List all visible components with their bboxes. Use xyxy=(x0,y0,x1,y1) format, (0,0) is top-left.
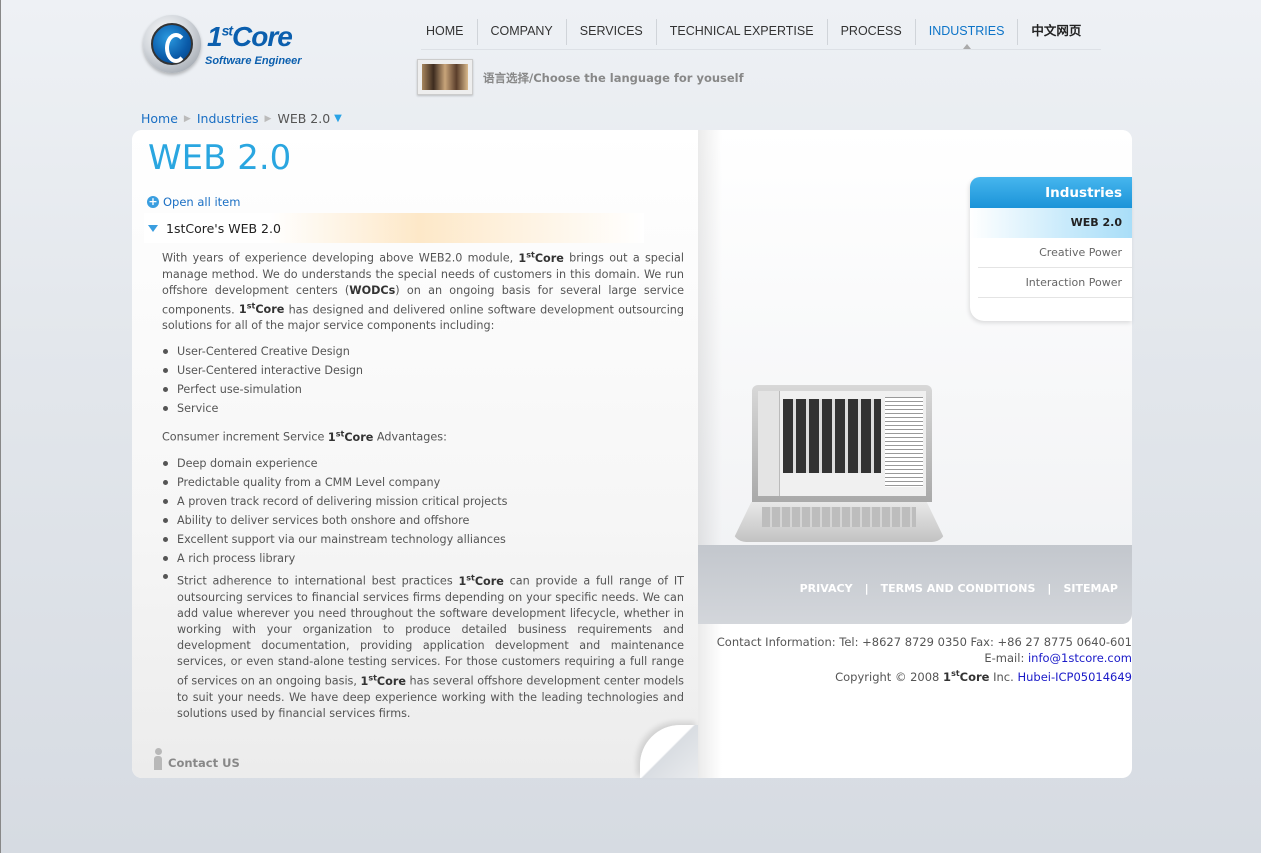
list-item: Ability to deliver services both onshore… xyxy=(162,511,684,530)
footer-links: PRIVACY | TERMS AND CONDITIONS | SITEMAP xyxy=(788,582,1130,595)
nav-chinese[interactable]: 中文网页 xyxy=(1018,19,1094,45)
advantages-heading: Consumer increment Service 1stCore Advan… xyxy=(162,429,447,445)
contact-info: Contact Information: Tel: +8627 8729 035… xyxy=(717,634,1132,685)
industries-item-creative-power[interactable]: Creative Power xyxy=(978,238,1132,268)
language-text[interactable]: 语言选择/Choose the language for youself xyxy=(483,70,744,86)
list-item: Predictable quality from a CMM Level com… xyxy=(162,473,684,492)
components-list: User-Centered Creative Design User-Cente… xyxy=(162,342,684,418)
chevron-down-icon[interactable]: ▼ xyxy=(334,113,342,124)
main-nav: HOME COMPANY SERVICES TECHNICAL EXPERTIS… xyxy=(413,19,1094,49)
list-item: Strict adherence to international best p… xyxy=(162,568,684,721)
icp-link[interactable]: Hubei-ICP05014649 xyxy=(1017,670,1132,684)
list-item: A rich process library xyxy=(162,549,684,568)
collapse-triangle-icon xyxy=(148,224,158,232)
intro-paragraph: With years of experience developing abov… xyxy=(162,250,684,333)
list-item: A proven track record of delivering miss… xyxy=(162,492,684,511)
contact-us-label: Contact US xyxy=(168,756,240,770)
breadcrumb-industries[interactable]: Industries xyxy=(197,111,259,126)
list-item: User-Centered Creative Design xyxy=(162,342,684,361)
open-all-link[interactable]: + Open all item xyxy=(147,195,240,209)
logo-brand: 1stCore xyxy=(207,21,293,52)
breadcrumb-home[interactable]: Home xyxy=(141,111,178,126)
industries-item-web20[interactable]: WEB 2.0 xyxy=(970,208,1132,238)
list-item: Perfect use-simulation xyxy=(162,380,684,399)
logo-emblem-icon xyxy=(143,15,201,73)
breadcrumb-current: WEB 2.0 xyxy=(277,111,331,126)
nav-process[interactable]: PROCESS xyxy=(828,19,916,45)
breadcrumb: Home ▶ Industries ▶ WEB 2.0 ▼ xyxy=(141,111,342,126)
section-title: 1stCore's WEB 2.0 xyxy=(166,220,281,236)
nav-industries[interactable]: INDUSTRIES xyxy=(916,19,1019,49)
person-icon xyxy=(152,748,164,770)
footer-sitemap-link[interactable]: SITEMAP xyxy=(1051,582,1130,595)
industries-item-interaction-power[interactable]: Interaction Power xyxy=(978,268,1132,298)
email-line: E-mail: info@1stcore.com xyxy=(984,651,1132,665)
nav-company[interactable]: COMPANY xyxy=(478,19,567,45)
nav-technical-expertise[interactable]: TECHNICAL EXPERTISE xyxy=(657,19,828,45)
nav-home[interactable]: HOME xyxy=(413,19,478,45)
industries-menu: Industries WEB 2.0 Creative Power Intera… xyxy=(970,177,1132,321)
footer-terms-link[interactable]: TERMS AND CONDITIONS xyxy=(869,582,1048,595)
language-image[interactable] xyxy=(417,59,473,95)
list-item: Excellent support via our mainstream tec… xyxy=(162,530,684,549)
laptop-image xyxy=(732,385,946,545)
page-curl-decoration xyxy=(640,725,698,778)
email-link[interactable]: info@1stcore.com xyxy=(1028,651,1132,665)
section-content: With years of experience developing abov… xyxy=(162,247,684,730)
contact-line: Contact Information: Tel: +8627 8729 035… xyxy=(716,635,1132,649)
logo-tagline: Software Engineer xyxy=(205,55,302,67)
list-item: User-Centered interactive Design xyxy=(162,361,684,380)
list-item: Service xyxy=(162,399,684,418)
footer-privacy-link[interactable]: PRIVACY xyxy=(788,582,865,595)
industries-menu-header: Industries xyxy=(970,177,1132,208)
nav-services[interactable]: SERVICES xyxy=(567,19,657,45)
page-title: WEB 2.0 xyxy=(148,138,292,178)
open-all-label: Open all item xyxy=(163,195,241,209)
nav-divider xyxy=(421,49,1101,50)
section-header[interactable]: 1stCore's WEB 2.0 xyxy=(144,213,644,243)
copyright-line: Copyright © 2008 1stCore Inc. Hubei-ICP0… xyxy=(835,669,1132,684)
advantages-list: Deep domain experience Predictable quali… xyxy=(162,454,684,721)
footer-bar: PRIVACY | TERMS AND CONDITIONS | SITEMAP xyxy=(698,545,1132,624)
logo[interactable]: 1stCore Software Engineer xyxy=(143,15,303,77)
plus-circle-icon: + xyxy=(147,195,159,208)
list-item: Deep domain experience xyxy=(162,454,684,473)
contact-us-link[interactable]: Contact US xyxy=(152,748,240,770)
breadcrumb-separator-icon: ▶ xyxy=(264,113,272,124)
content-column: WEB 2.0 + Open all item 1stCore's WEB 2.… xyxy=(132,130,698,778)
breadcrumb-separator-icon: ▶ xyxy=(183,113,191,124)
